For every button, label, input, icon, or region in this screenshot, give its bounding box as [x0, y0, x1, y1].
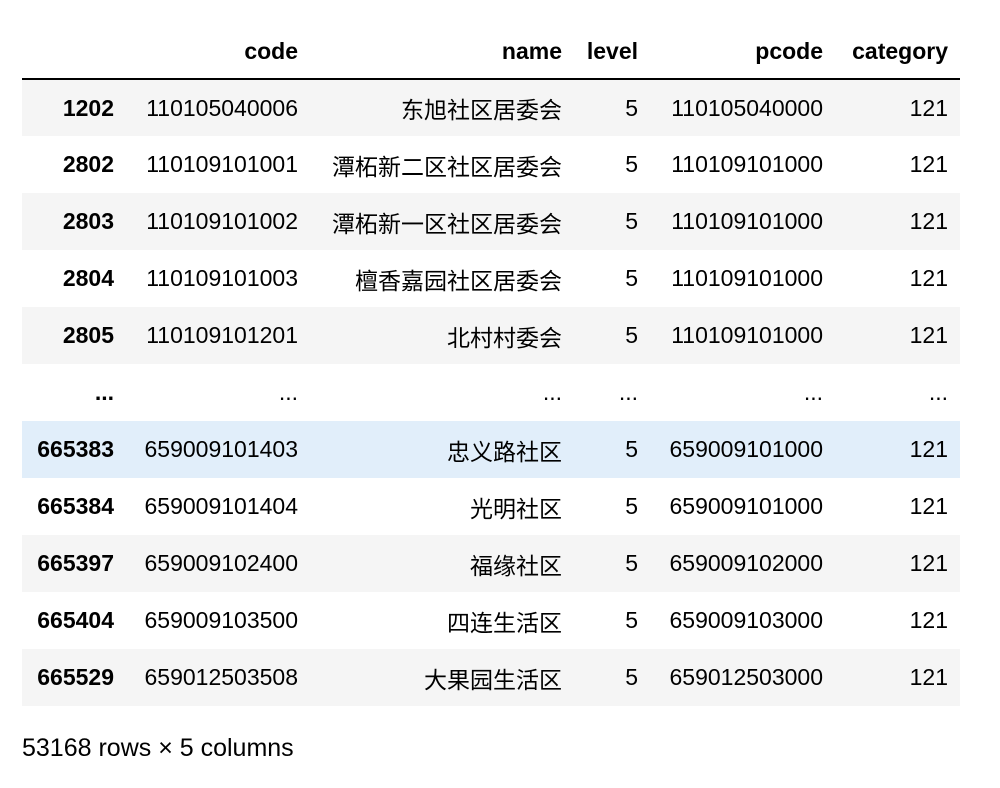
cell-pcode: 110109101000 — [671, 208, 823, 234]
cell-code: 110109101201 — [146, 322, 298, 348]
cell-category: 121 — [909, 322, 948, 348]
cell-pcode: 659009101000 — [669, 493, 824, 519]
cell-name: 潭柘新一区社区居委会 — [332, 210, 562, 237]
table-row: 665384 659009101404 光明社区 5 659009101000 121 — [22, 478, 960, 535]
cell-level: 5 — [625, 436, 638, 462]
row-index: 2803 — [62, 208, 114, 234]
cell-category: 121 — [909, 493, 948, 519]
row-index: 665529 — [37, 664, 114, 690]
cell-code: 110109101003 — [146, 265, 298, 291]
cell-level: 5 — [625, 607, 638, 633]
row-index: ... — [94, 379, 114, 405]
header-level: level — [574, 24, 650, 80]
cell-category: 121 — [909, 265, 948, 291]
cell-code: 659009103500 — [144, 607, 299, 633]
table-row: 665383 659009101403 忠义路社区 5 659009101000 121 — [22, 421, 960, 478]
header-pcode: pcode — [650, 24, 835, 80]
cell-level: 5 — [625, 550, 638, 576]
cell-category: ... — [928, 379, 948, 405]
cell-level: 5 — [625, 151, 638, 177]
table-row: 2802 110109101001 潭柘新二区社区居委会 5 110109101000 1… — [22, 136, 960, 193]
header-row: code name level pcode category — [22, 24, 960, 80]
table-row: 665397 659009102400 福缘社区 5 659009102000 121 — [22, 535, 960, 592]
shape-info: 53168 rows × 5 columns — [22, 734, 294, 762]
cell-level: 5 — [625, 94, 638, 121]
table-row: 2805 110109101201 北村村委会 5 110109101000 121 — [22, 307, 960, 364]
row-index: 2805 — [62, 322, 114, 348]
table-row: 2804 110109101003 檀香嘉园社区居委会 5 110109101000 12… — [22, 250, 960, 307]
cell-code: 659009102400 — [144, 550, 299, 576]
cell-name: ... — [542, 379, 562, 405]
cell-name: 檀香嘉园社区居委会 — [355, 267, 562, 294]
cell-pcode: 110109101000 — [671, 265, 823, 291]
cell-name: 光明社区 — [470, 495, 562, 522]
table-row: 665529 659012503508 大果园生活区 5 659012503000 121 — [22, 649, 960, 706]
table-row: 665404 659009103500 四连生活区 5 659009103000 121 — [22, 592, 960, 649]
cell-code: 659012503508 — [144, 664, 299, 690]
cell-code: 110105040006 — [146, 94, 298, 121]
cell-name: 北村村委会 — [447, 324, 562, 351]
cell-code: 659009101404 — [144, 493, 299, 519]
cell-category: 121 — [909, 664, 948, 690]
cell-pcode: 659012503000 — [669, 664, 824, 690]
row-index: 1202 — [62, 94, 114, 121]
header-category: category — [835, 24, 960, 80]
cell-pcode: 659009103000 — [669, 607, 824, 633]
cell-code: ... — [278, 379, 298, 405]
cell-code: 659009101403 — [144, 436, 299, 462]
row-index: 665384 — [37, 493, 114, 519]
row-index: 2804 — [62, 265, 114, 291]
table-row: 1202 110105040006 东旭社区居委会 5 110105040000 121 — [22, 79, 960, 136]
cell-name: 四连生活区 — [447, 609, 562, 636]
cell-level: 5 — [625, 322, 638, 348]
cell-level: 5 — [625, 664, 638, 690]
table-body: 1202 110105040006 东旭社区居委会 5 110105040000 121 2… — [22, 79, 960, 706]
row-index: 665404 — [37, 607, 114, 633]
cell-category: 121 — [909, 94, 948, 121]
cell-level: ... — [618, 379, 638, 405]
cell-level: 5 — [625, 208, 638, 234]
dataframe-output: code name level pcode category 1202 11010… — [22, 24, 960, 706]
cell-name: 大果园生活区 — [424, 666, 562, 693]
cell-code: 110109101001 — [146, 151, 298, 177]
cell-pcode: 110109101000 — [671, 151, 823, 177]
cell-category: 121 — [909, 607, 948, 633]
cell-pcode: 659009102000 — [669, 550, 824, 576]
cell-name: 福缘社区 — [470, 552, 562, 579]
cell-pcode: 110105040000 — [671, 94, 823, 121]
cell-name: 潭柘新二区社区居委会 — [332, 153, 562, 180]
cell-name: 东旭社区居委会 — [401, 97, 562, 123]
header-code: code — [126, 24, 310, 80]
header-index — [22, 24, 126, 80]
row-index: 665383 — [37, 436, 114, 462]
table-header: code name level pcode category — [22, 24, 960, 80]
dataframe-table: code name level pcode category 1202 11010… — [22, 24, 960, 706]
cell-category: 121 — [909, 550, 948, 576]
cell-category: 121 — [909, 151, 948, 177]
cell-level: 5 — [625, 265, 638, 291]
cell-pcode: 659009101000 — [669, 436, 824, 462]
cell-pcode: ... — [803, 379, 823, 405]
table-row: 2803 110109101002 潭柘新一区社区居委会 5 110109101000 1… — [22, 193, 960, 250]
row-index: 665397 — [37, 550, 114, 576]
cell-category: 121 — [909, 208, 948, 234]
cell-level: 5 — [625, 493, 638, 519]
cell-code: 110109101002 — [146, 208, 298, 234]
table-row: .................. — [22, 364, 960, 421]
cell-pcode: 110109101000 — [671, 322, 823, 348]
row-index: 2802 — [62, 151, 114, 177]
cell-category: 121 — [909, 436, 948, 462]
header-name: name — [310, 24, 574, 80]
cell-name: 忠义路社区 — [447, 438, 562, 465]
